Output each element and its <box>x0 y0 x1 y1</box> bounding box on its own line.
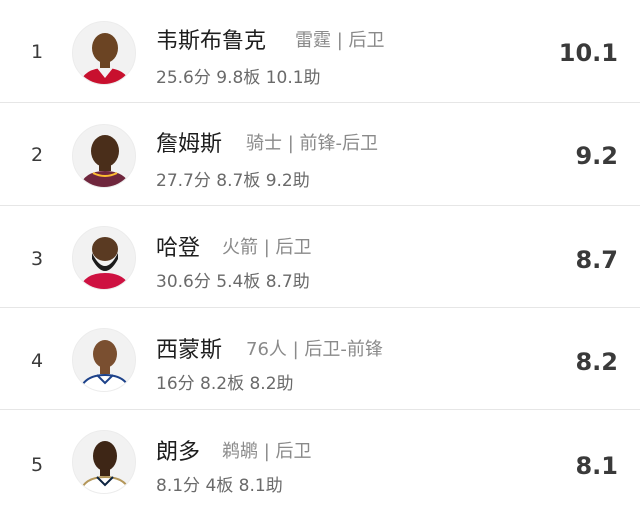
player-stats: 25.6分 9.8板 10.1助 <box>156 68 321 88</box>
player-name: 詹姆斯 <box>156 132 223 157</box>
player-photo-icon <box>79 135 131 187</box>
player-stats: 30.6分 5.4板 8.7助 <box>156 272 310 292</box>
player-photo-icon <box>78 340 132 391</box>
player-stats: 8.1分 4板 8.1助 <box>156 476 283 496</box>
player-name: 西蒙斯 <box>156 338 223 363</box>
rank-number: 3 <box>30 248 44 270</box>
player-name: 朗多 <box>156 440 201 465</box>
team-position: 76人 | 后卫-前锋 <box>246 339 383 360</box>
player-name: 哈登 <box>156 236 201 261</box>
player-row[interactable]: 3 哈登 火箭 | 后卫 30.6分 5.4板 8.7助 8.7 <box>0 206 640 308</box>
player-row[interactable]: 4 西蒙斯 76人 | 后卫-前锋 16分 8.2板 8.2助 8.2 <box>0 308 640 410</box>
player-photo-icon <box>79 33 131 84</box>
rank-number: 4 <box>30 350 44 372</box>
player-avatar <box>72 124 136 188</box>
team-position: 骑士 | 前锋-后卫 <box>246 133 379 154</box>
rank-number: 5 <box>30 454 44 476</box>
player-photo-icon <box>78 441 132 493</box>
player-ranking-list: 1 韦斯布鲁克 雷霆 | 后卫 25.6分 9.8板 10.1助 10.1 2 … <box>0 0 640 512</box>
player-photo-icon <box>79 237 131 289</box>
player-score: 8.7 <box>575 246 618 274</box>
player-name: 韦斯布鲁克 <box>156 29 267 54</box>
player-score: 9.2 <box>575 142 618 170</box>
player-row[interactable]: 5 朗多 鹈鹕 | 后卫 8.1分 4板 8.1助 8.1 <box>0 410 640 512</box>
player-avatar <box>72 430 136 494</box>
player-stats: 27.7分 8.7板 9.2助 <box>156 171 310 191</box>
rank-number: 2 <box>30 144 44 166</box>
player-score: 8.2 <box>575 348 618 376</box>
player-row[interactable]: 1 韦斯布鲁克 雷霆 | 后卫 25.6分 9.8板 10.1助 10.1 <box>0 1 640 103</box>
player-avatar <box>72 21 136 85</box>
team-position: 鹈鹕 | 后卫 <box>222 441 312 462</box>
player-score: 10.1 <box>558 39 618 67</box>
player-score: 8.1 <box>575 452 618 480</box>
player-avatar <box>72 226 136 290</box>
team-position: 雷霆 | 后卫 <box>295 30 385 51</box>
player-avatar <box>72 328 136 392</box>
rank-number: 1 <box>30 41 44 63</box>
player-stats: 16分 8.2板 8.2助 <box>156 374 294 394</box>
player-row[interactable]: 2 詹姆斯 骑士 | 前锋-后卫 27.7分 8.7板 9.2助 9.2 <box>0 104 640 206</box>
team-position: 火箭 | 后卫 <box>222 237 312 258</box>
